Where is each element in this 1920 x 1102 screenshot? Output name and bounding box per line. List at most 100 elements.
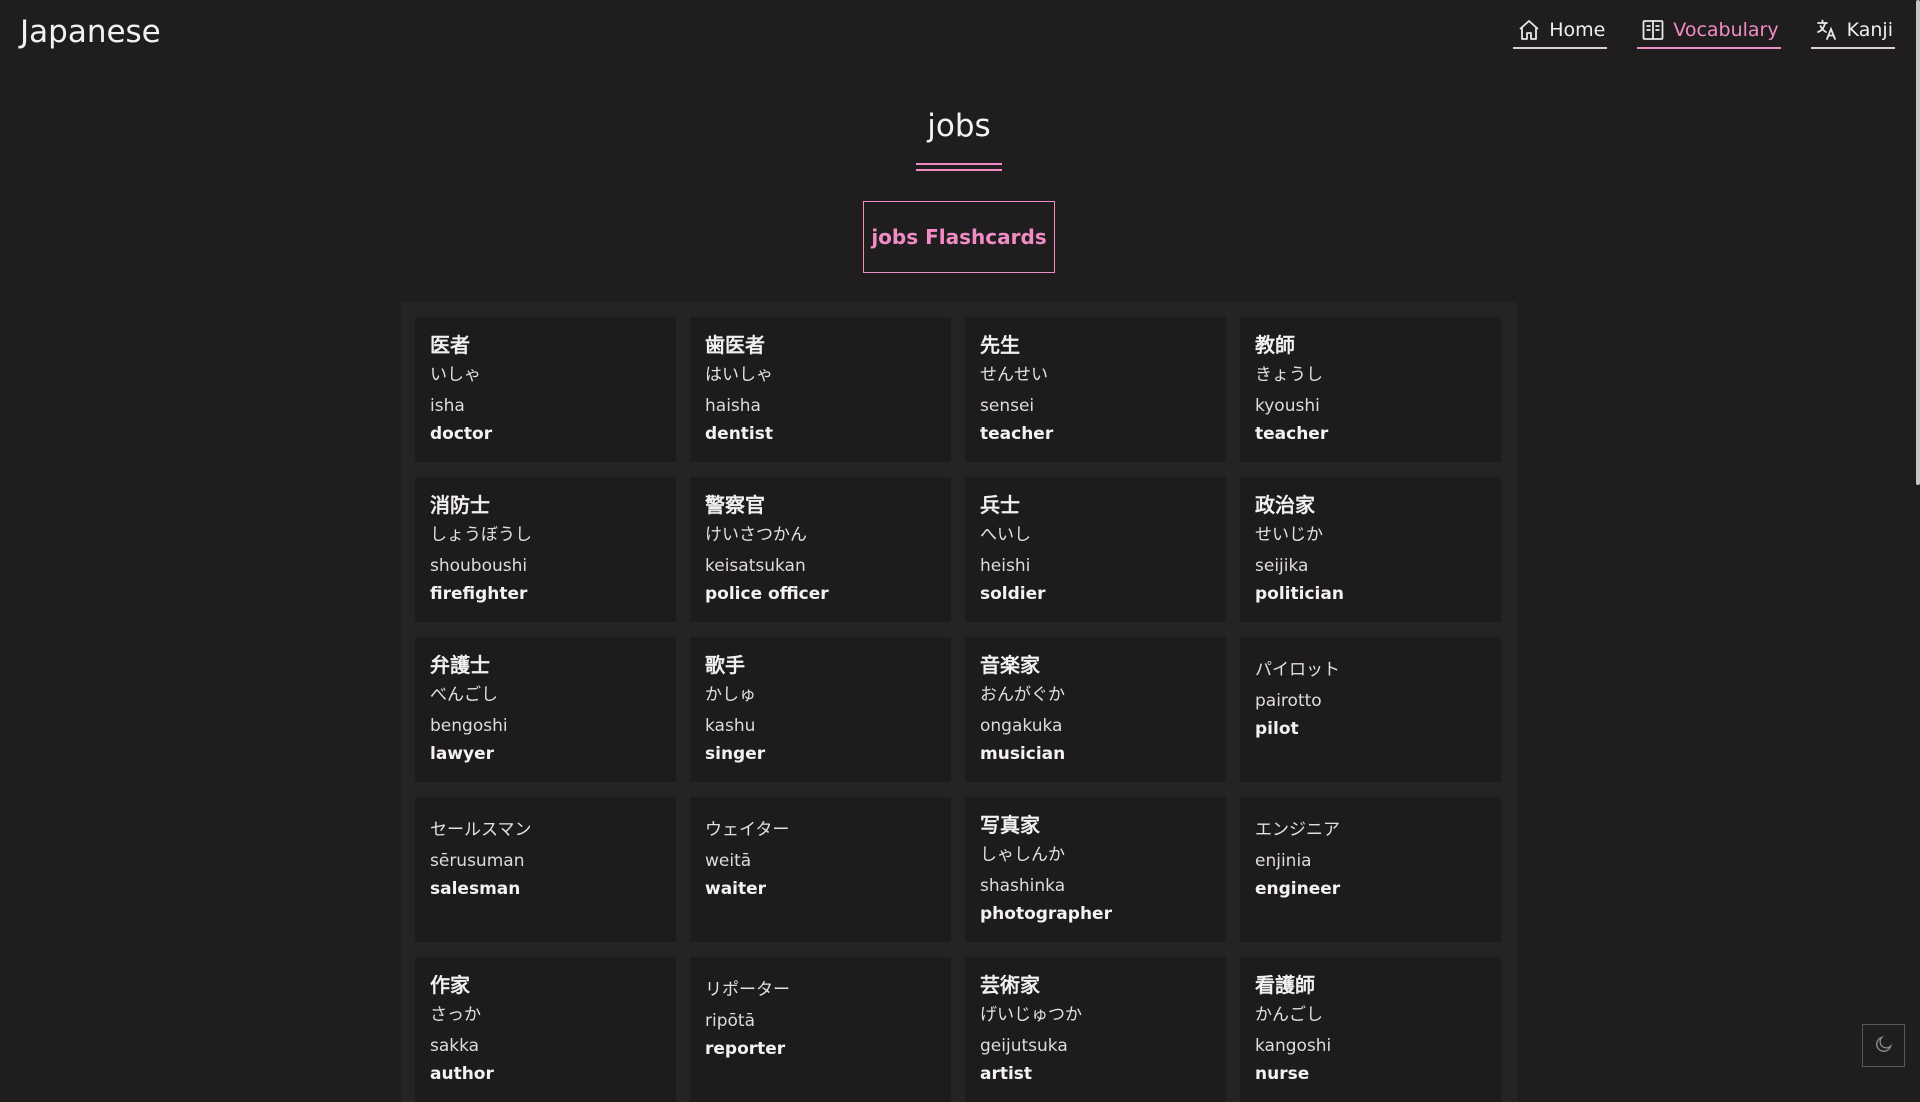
vocab-kanji: 作家 — [430, 973, 470, 997]
vocab-kana: べんごし — [430, 685, 498, 705]
nav-home-link[interactable]: Home — [1513, 18, 1608, 49]
vocab-kanji: 兵士 — [980, 493, 1020, 517]
vocab-kana: リポーター — [705, 980, 790, 1000]
brand-logo[interactable]: Japanese — [20, 14, 161, 50]
vocab-card[interactable]: 看護師 かんごし kangoshi nurse — [1240, 957, 1501, 1102]
vocab-card[interactable]: 兵士へいし heishi soldier — [965, 477, 1226, 622]
vocab-kanji: 芸術家 — [980, 973, 1040, 997]
vocab-kanji: 看護師 — [1255, 973, 1315, 997]
vocab-kana: ウェイター — [705, 820, 790, 840]
vocab-card[interactable]: 作家さっか sakka author — [415, 957, 676, 1102]
vocab-romaji: isha — [430, 396, 465, 416]
vocab-card[interactable]: 先生せんせい sensei teacher — [965, 317, 1226, 462]
vocab-english: artist — [980, 1064, 1033, 1084]
vocab-card[interactable]: エンジニア enjinia engineer — [1240, 797, 1501, 942]
theme-toggle-button[interactable] — [1862, 1024, 1905, 1067]
scrollbar-thumb[interactable] — [1916, 0, 1920, 485]
vocab-kana: セールスマン — [430, 820, 532, 840]
vocab-romaji: sakka — [430, 1036, 480, 1056]
nav-kanji-link[interactable]: Kanji — [1810, 18, 1895, 49]
vocabulary-grid-panel: 医者 いしゃ isha doctor 歯医者 はいしゃ haisha dentist 先生 せんせ… — [401, 302, 1517, 1102]
vocab-card[interactable]: 医者いしゃ isha doctor — [415, 317, 676, 462]
vocab-kana: しゃしんか — [980, 845, 1065, 865]
vocab-english: politician — [1255, 584, 1344, 604]
vocab-english: doctor — [430, 424, 493, 444]
vocab-english: dentist — [705, 424, 773, 444]
vocab-english: firefighter — [430, 584, 528, 604]
vocab-romaji: keisatsukan — [705, 556, 806, 576]
vocab-romaji: ongakuka — [980, 716, 1063, 736]
vocab-english: pilot — [1255, 719, 1299, 739]
vocab-romaji: shashinka — [980, 876, 1066, 896]
vocab-english: author — [430, 1064, 494, 1084]
vocab-card[interactable]: ウェイター weitā waiter — [690, 797, 951, 942]
vocab-english: teacher — [1255, 424, 1329, 444]
vocab-english: police officer — [705, 584, 829, 604]
vocab-romaji: shouboushi — [430, 556, 528, 576]
vocab-romaji: kangoshi — [1255, 1036, 1332, 1056]
vocab-romaji: seijika — [1255, 556, 1309, 576]
vocab-english: reporter — [705, 1039, 786, 1059]
vocab-kanji: 弁護士 — [430, 653, 490, 677]
vocab-kanji: 写真家 — [980, 813, 1040, 837]
vocab-english: waiter — [705, 879, 767, 899]
vocab-kanji: 警察官 — [705, 493, 765, 517]
vocab-kana: げいじゅつか — [980, 1005, 1082, 1025]
vocab-kana: せいじか — [1255, 525, 1323, 545]
vocab-romaji: bengoshi — [430, 716, 508, 736]
vocab-english: musician — [980, 744, 1066, 764]
flashcards-button[interactable]: jobs Flashcards — [863, 201, 1055, 273]
vocab-english: teacher — [980, 424, 1054, 444]
vocab-kana: かしゅ — [705, 685, 756, 705]
nav-kanji-label: Kanji — [1846, 19, 1893, 41]
vocab-card[interactable]: 教師 きょうし kyoushi teacher — [1240, 317, 1501, 462]
vocab-romaji: enjinia — [1255, 851, 1312, 871]
vocab-romaji: geijutsuka — [980, 1036, 1068, 1056]
vocab-card[interactable]: 弁護士べんごし bengoshi lawyer — [415, 637, 676, 782]
vocab-card[interactable]: 警察官 けいさつかん keisatsukan police officer — [690, 477, 951, 622]
vocab-card[interactable]: 芸術家げいじゅつか geijutsuka artist — [965, 957, 1226, 1102]
vocab-kanji: 教師 — [1255, 333, 1295, 357]
vocab-card[interactable]: 音楽家おんがぐか ongakuka musician — [965, 637, 1226, 782]
vocab-romaji: haisha — [705, 396, 761, 416]
vocab-kanji: 医者 — [430, 333, 470, 357]
translate-icon — [1815, 18, 1839, 42]
vocab-card[interactable]: パイロット pairotto pilot — [1240, 637, 1501, 782]
scrollbar[interactable] — [1915, 0, 1920, 1080]
vocab-kana: おんがぐか — [980, 685, 1065, 705]
vocab-romaji: kashu — [705, 716, 756, 736]
vocab-kanji: 歌手 — [705, 653, 745, 677]
vocab-english: salesman — [430, 879, 521, 899]
vocab-kana: せんせい — [980, 365, 1048, 385]
vocab-kana: さっか — [430, 1005, 481, 1025]
vocabulary-grid: 医者 いしゃ isha doctor 歯医者 はいしゃ haisha dentist 先生 せんせ… — [415, 317, 1503, 1102]
vocab-kanji: 消防士 — [430, 493, 490, 517]
nav-vocabulary-link[interactable]: Vocabulary — [1637, 18, 1781, 49]
vocab-kana: へいし — [980, 525, 1031, 545]
vocab-kanji: 先生 — [980, 333, 1020, 357]
top-navbar: Japanese Home Vocabulary Kanji — [0, 0, 1920, 70]
vocab-card[interactable]: 歯医者 はいしゃ haisha dentist — [690, 317, 951, 462]
book-icon — [1641, 18, 1665, 42]
nav-vocabulary-label: Vocabulary — [1673, 19, 1779, 41]
vocab-card[interactable]: リポーター ripōtā reporter — [690, 957, 951, 1102]
vocab-romaji: kyoushi — [1255, 396, 1320, 416]
vocab-romaji: heishi — [980, 556, 1031, 576]
vocab-kana: かんごし — [1255, 1005, 1323, 1025]
vocab-kana: しょうぼうし — [430, 525, 532, 545]
vocab-romaji: sensei — [980, 396, 1035, 416]
vocab-kana: いしゃ — [430, 365, 481, 385]
vocab-kana: はいしゃ — [705, 365, 773, 385]
vocab-romaji: sērusuman — [430, 851, 525, 871]
vocab-card[interactable]: 写真家 しゃしんか shashinka photographer — [965, 797, 1226, 942]
vocab-card[interactable]: 消防士しょうぼうし shouboushi firefighter — [415, 477, 676, 622]
vocab-english: singer — [705, 744, 766, 764]
vocab-kanji: 音楽家 — [980, 653, 1040, 677]
vocab-english: soldier — [980, 584, 1046, 604]
vocab-card[interactable]: 歌手かしゅ kashu singer — [690, 637, 951, 782]
vocab-english: lawyer — [430, 744, 494, 764]
vocab-card[interactable]: セールスマン sērusuman salesman — [415, 797, 676, 942]
vocab-card[interactable]: 政治家せいじか seijika politician — [1240, 477, 1501, 622]
vocab-english: engineer — [1255, 879, 1341, 899]
vocab-kanji: 政治家 — [1255, 493, 1315, 517]
